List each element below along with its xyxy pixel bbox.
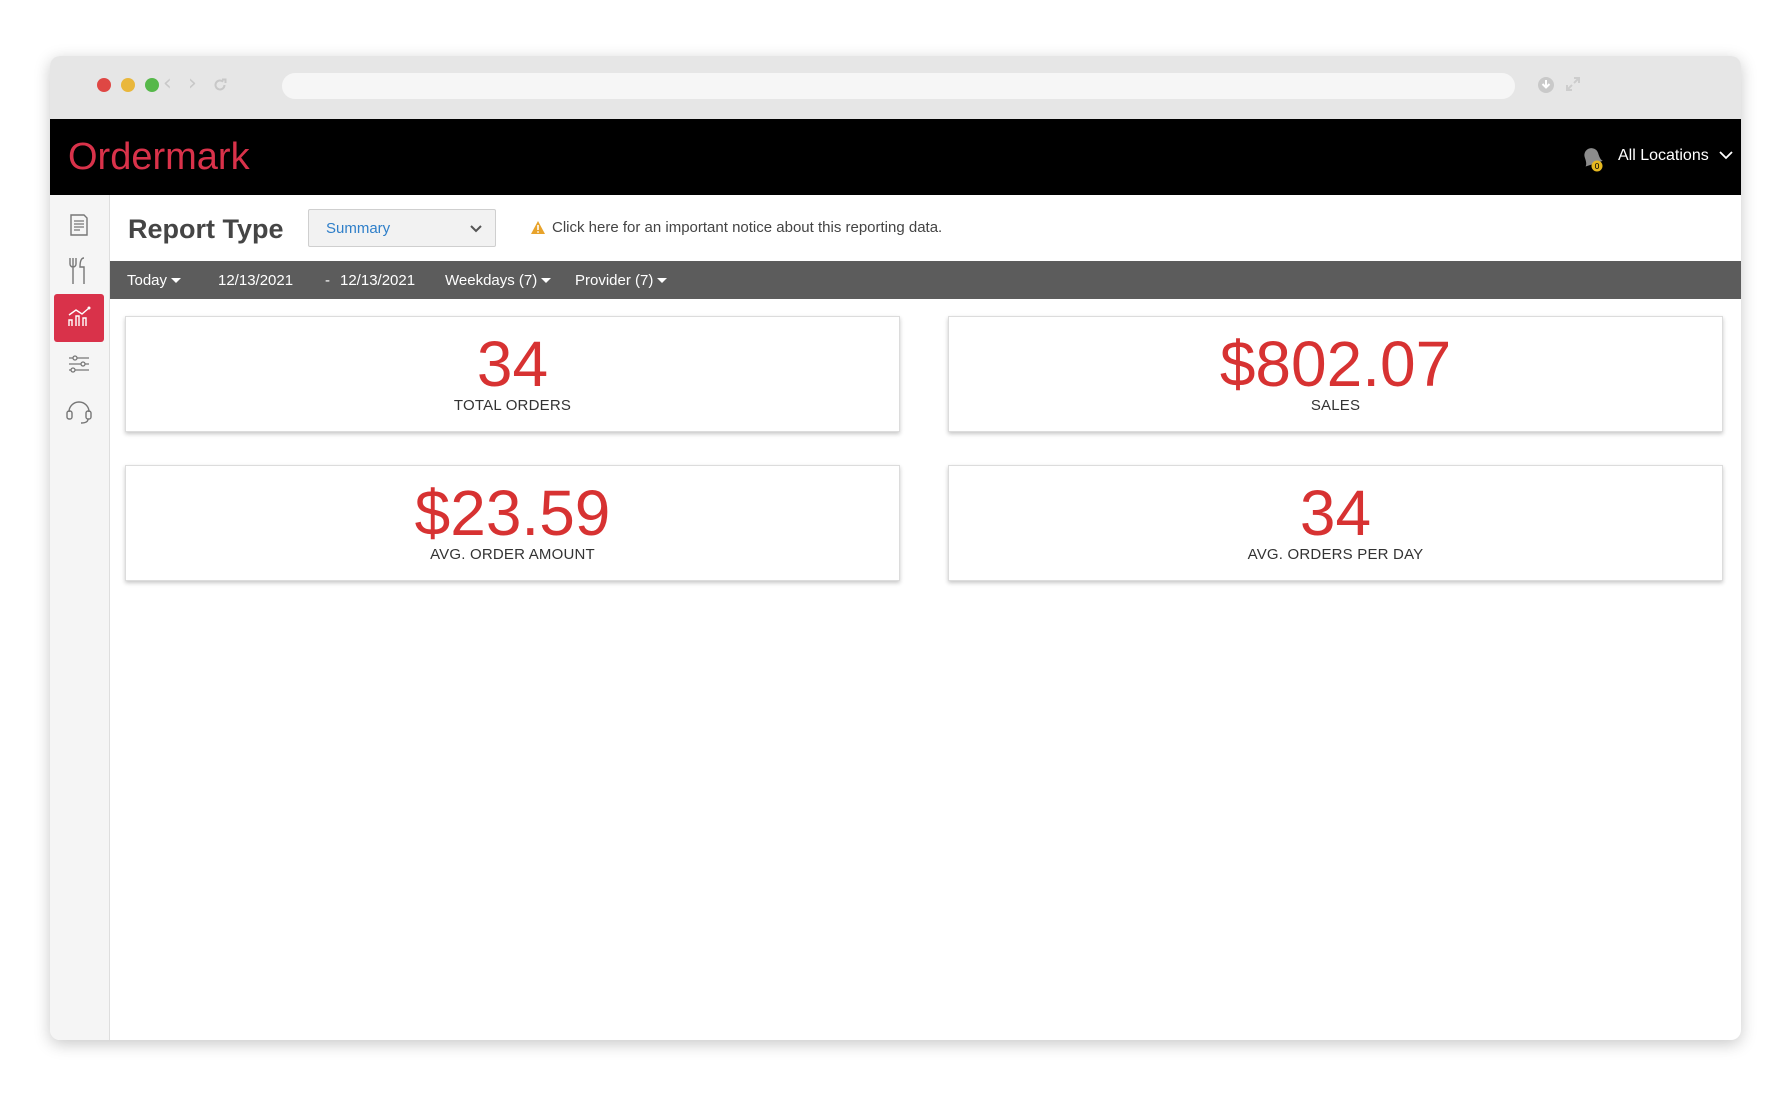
zoom-window-button[interactable] — [145, 78, 159, 92]
caret-down-icon — [541, 278, 552, 283]
filter-bar: Today 12/13/2021 - 12/13/2021 Weekdays (… — [110, 261, 1741, 299]
browser-toolbar: ‹ › — [50, 56, 1741, 119]
start-date[interactable]: 12/13/2021 — [218, 272, 293, 290]
metric-card-avg-order-amount: $23.59 AVG. ORDER AMOUNT — [125, 465, 900, 581]
notice-link[interactable]: Click here for an important notice about… — [552, 219, 942, 237]
metric-value: $23.59 — [414, 477, 611, 549]
forward-icon[interactable]: › — [188, 71, 197, 97]
provider-label: Provider (7) — [575, 272, 654, 289]
metric-label: AVG. ORDERS PER DAY — [1247, 546, 1424, 563]
browser-window: ‹ › Ordermark 0 All Locations Report Typ… — [50, 56, 1741, 1040]
metric-label: SALES — [1310, 397, 1361, 414]
sidebar-item-support[interactable] — [54, 387, 104, 435]
provider-dropdown[interactable]: Provider (7) — [575, 272, 668, 290]
download-icon[interactable] — [1537, 76, 1555, 94]
sidebar — [50, 195, 110, 1040]
report-type-select[interactable]: Summary — [308, 209, 496, 247]
notification-bell-icon[interactable]: 0 — [1575, 140, 1609, 174]
minimize-window-button[interactable] — [121, 78, 135, 92]
chevron-down-icon — [470, 225, 482, 233]
caret-down-icon — [171, 278, 182, 283]
bar-chart-icon — [68, 306, 91, 326]
chevron-down-icon[interactable] — [1718, 147, 1734, 163]
caret-down-icon — [657, 278, 668, 283]
metric-value: $802.07 — [1219, 328, 1452, 400]
metric-value: 34 — [1299, 477, 1372, 549]
date-range-dropdown[interactable]: Today — [127, 272, 182, 290]
date-range-label: Today — [127, 272, 168, 289]
app-header: Ordermark 0 All Locations — [50, 119, 1741, 195]
metric-label: AVG. ORDER AMOUNT — [430, 546, 595, 563]
address-bar[interactable] — [282, 73, 1515, 99]
notification-count: 0 — [1594, 162, 1599, 171]
headset-icon — [66, 401, 92, 424]
reload-icon[interactable] — [212, 77, 228, 93]
report-type-title: Report Type — [128, 214, 284, 244]
metric-label: TOTAL ORDERS — [453, 397, 572, 414]
utensils-icon — [69, 257, 85, 284]
sidebar-item-settings[interactable] — [54, 340, 104, 388]
end-date[interactable]: 12/13/2021 — [340, 272, 415, 290]
sidebar-item-orders[interactable] — [54, 201, 104, 249]
ordermark-logo[interactable]: Ordermark — [68, 131, 278, 181]
metric-card-total-orders: 34 TOTAL ORDERS — [125, 316, 900, 432]
date-separator: - — [325, 272, 330, 289]
svg-text:Ordermark: Ordermark — [68, 136, 251, 178]
main-content: Report Type Summary Click here for an im… — [110, 195, 1741, 1040]
metric-value: 34 — [476, 328, 549, 400]
metric-card-avg-orders-per-day: 34 AVG. ORDERS PER DAY — [948, 465, 1723, 581]
fullscreen-icon[interactable] — [1565, 76, 1581, 92]
report-type-value: Summary — [326, 220, 391, 237]
close-window-button[interactable] — [97, 78, 111, 92]
sidebar-item-menus[interactable] — [54, 247, 104, 295]
receipt-icon — [70, 214, 88, 236]
warning-icon — [531, 221, 545, 234]
location-selector[interactable]: All Locations — [1618, 146, 1709, 166]
back-icon[interactable]: ‹ — [163, 71, 172, 97]
sidebar-item-reports[interactable] — [54, 294, 104, 342]
weekdays-label: Weekdays (7) — [445, 272, 538, 289]
weekdays-dropdown[interactable]: Weekdays (7) — [445, 272, 552, 290]
metric-card-sales: $802.07 SALES — [948, 316, 1723, 432]
sliders-icon — [69, 355, 89, 373]
